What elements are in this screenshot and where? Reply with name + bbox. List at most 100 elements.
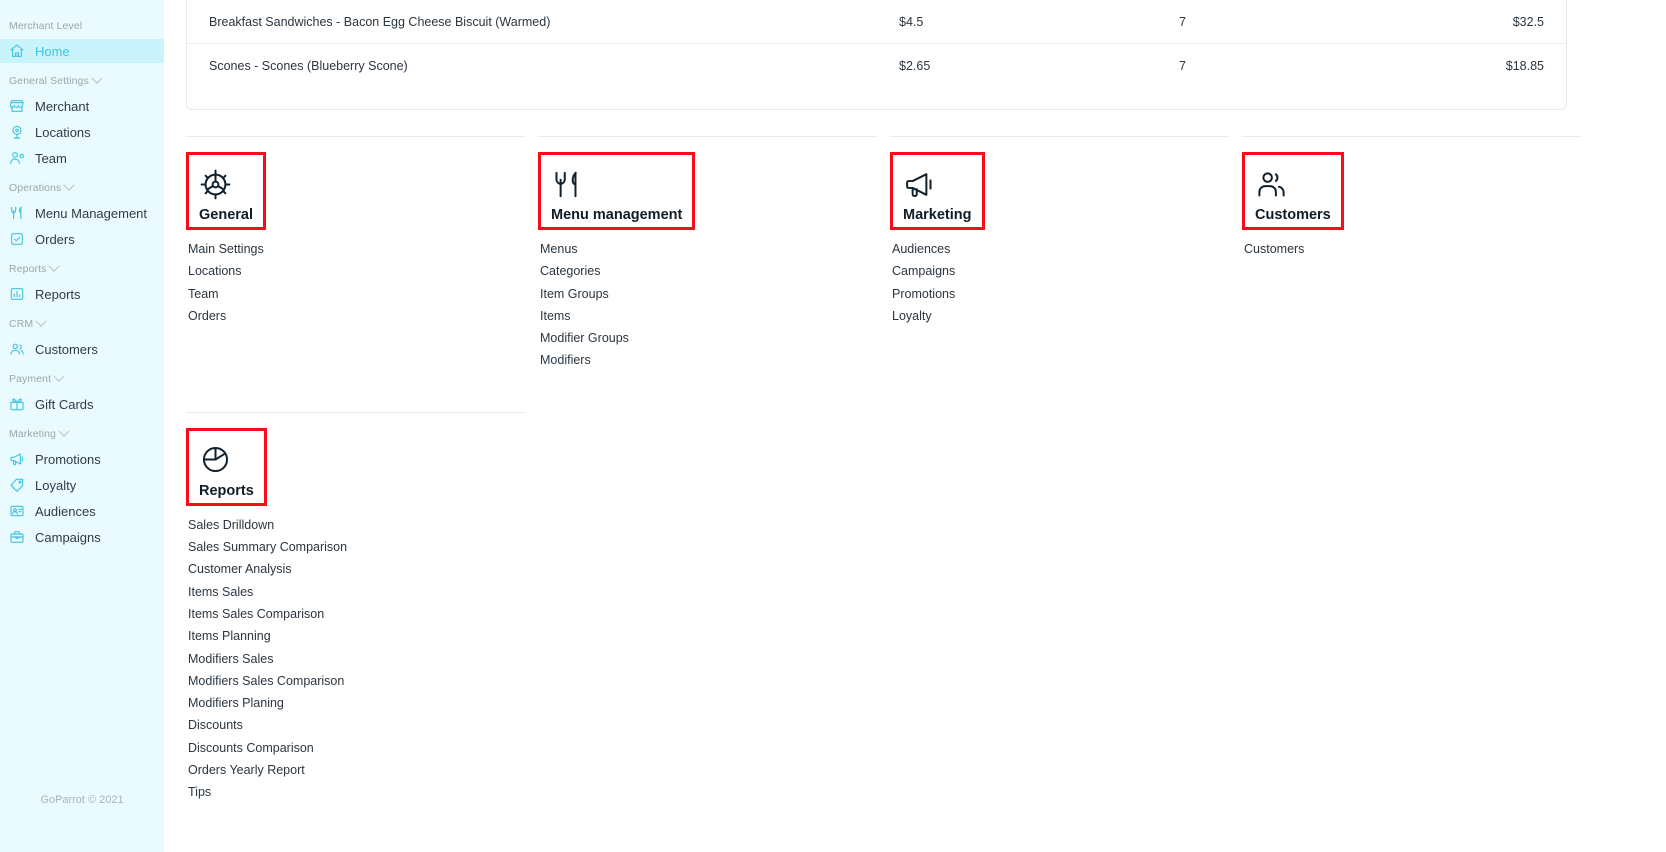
card-header-highlight-box[interactable]: Menu management: [538, 152, 696, 230]
card-title: Reports: [199, 482, 254, 499]
sidebar-item-label: Gift Cards: [35, 396, 94, 412]
app-root: Merchant Level Home General Settings Mercha…: [0, 0, 1666, 852]
card-link-loyalty[interactable]: Loyalty: [892, 305, 1242, 327]
sidebar-group-title-general-settings[interactable]: General Settings: [0, 72, 164, 88]
sidebar-group-label: Payment: [9, 373, 52, 385]
sidebar-item-home[interactable]: Home: [0, 39, 164, 63]
card-title: Marketing: [903, 207, 972, 223]
card-link-audiences[interactable]: Audiences: [892, 238, 1242, 260]
card-link-categories[interactable]: Categories: [540, 260, 890, 282]
card-link-items-planning[interactable]: Items Planning: [188, 625, 516, 647]
sidebar-item-locations[interactable]: Locations: [0, 120, 164, 144]
chevron-down-icon: [35, 315, 47, 327]
card-link-discounts-comparison[interactable]: Discounts Comparison: [188, 737, 516, 759]
card-link-campaigns[interactable]: Campaigns: [892, 260, 1242, 282]
card-link-customer-analysis[interactable]: Customer Analysis: [188, 558, 516, 580]
sidebar-item-label: Customers: [35, 341, 98, 357]
card-link-customers[interactable]: Customers: [1244, 238, 1572, 260]
item-price-cell: $2.65: [899, 58, 931, 73]
card-link-orders[interactable]: Orders: [188, 305, 538, 327]
card-link-modifiers[interactable]: Modifiers: [540, 349, 890, 371]
card-link-items-sales[interactable]: Items Sales: [188, 581, 516, 603]
card-link-discounts[interactable]: Discounts: [188, 714, 516, 736]
fork-knife-icon: [9, 205, 25, 221]
main-content: Breakfast Sandwiches - Bacon Egg Cheese …: [164, 0, 1666, 852]
sidebar-item-label: Campaigns: [35, 529, 101, 545]
card-link-sales-summary-comparison[interactable]: Sales Summary Comparison: [188, 536, 516, 558]
sidebar-item-reports[interactable]: Reports: [0, 282, 164, 306]
card-column-divider: [186, 411, 525, 414]
sidebar-group-title-payment[interactable]: Payment: [0, 370, 164, 386]
card-header-highlight-box[interactable]: General: [186, 152, 266, 230]
users-icon: [9, 341, 25, 357]
sidebar-group-title-crm[interactable]: CRM: [0, 315, 164, 331]
sidebar-group-label: General Settings: [9, 75, 89, 87]
card-link-modifiers-sales[interactable]: Modifiers Sales: [188, 648, 516, 670]
sidebar-item-promotions[interactable]: Promotions: [0, 447, 164, 471]
shortcut-card-menu-management: Menu management Menus Categories Item Group…: [538, 136, 890, 372]
card-link-locations[interactable]: Locations: [188, 260, 538, 282]
table-row[interactable]: Scones - Scones (Blueberry Scone) $2.65 7 $…: [187, 44, 1566, 87]
card-link-items[interactable]: Items: [540, 305, 890, 327]
sidebar-group-title-merchant-level: Merchant Level: [0, 19, 164, 33]
sidebar-item-label: Orders: [35, 231, 75, 247]
sidebar-group-label: CRM: [9, 318, 34, 330]
sidebar-item-label: Reports: [35, 286, 81, 302]
sidebar-group-label: Operations: [9, 182, 62, 194]
card-column-divider: [538, 136, 877, 138]
sidebar-item-customers[interactable]: Customers: [0, 337, 164, 361]
card-link-modifiers-sales-comparison[interactable]: Modifiers Sales Comparison: [188, 670, 516, 692]
sidebar-item-gift-cards[interactable]: Gift Cards: [0, 392, 164, 416]
card-link-promotions[interactable]: Promotions: [892, 283, 1242, 305]
sidebar-group-title-marketing[interactable]: Marketing: [0, 425, 164, 441]
sidebar-item-label: Menu Management: [35, 205, 148, 221]
card-link-orders-yearly-report[interactable]: Orders Yearly Report: [188, 759, 516, 781]
map-pin-icon: [9, 124, 25, 140]
card-column-divider: [186, 136, 525, 138]
sidebar-group-title-operations[interactable]: Operations: [0, 179, 164, 195]
card-link-main-settings[interactable]: Main Settings: [188, 238, 538, 260]
megaphone-icon: [903, 163, 972, 205]
card-link-item-groups[interactable]: Item Groups: [540, 283, 890, 305]
sidebar-item-loyalty[interactable]: Loyalty: [0, 473, 164, 497]
card-link-tips[interactable]: Tips: [188, 781, 516, 803]
sidebar-item-audiences[interactable]: Audiences: [0, 499, 164, 523]
card-header-highlight-box[interactable]: Reports: [186, 427, 267, 506]
sidebar-item-merchant[interactable]: Merchant: [0, 94, 164, 118]
table-row[interactable]: Breakfast Sandwiches - Bacon Egg Cheese …: [187, 0, 1566, 44]
audience-icon: [9, 503, 25, 519]
shortcut-cards-row-2: Reports Sales Drilldown Sales Summary Comp…: [164, 411, 1666, 804]
card-header-highlight-box[interactable]: Customers: [1242, 152, 1344, 230]
card-link-items-sales-comparison[interactable]: Items Sales Comparison: [188, 603, 516, 625]
sidebar-item-campaigns[interactable]: Campaigns: [0, 525, 164, 549]
fork-knife-icon: [551, 163, 682, 205]
sidebar-footer-copyright: GoParrot © 2021: [40, 794, 124, 806]
card-link-modifiers-planing[interactable]: Modifiers Planing: [188, 692, 516, 714]
tag-icon: [9, 477, 25, 493]
shortcut-card-general: General Main Settings Locations Team Orders: [186, 136, 538, 372]
shortcut-card-customers: Customers Customers: [1242, 136, 1581, 372]
card-link-list: Menus Categories Item Groups Items Modifier …: [538, 238, 890, 372]
card-link-menus[interactable]: Menus: [540, 238, 890, 260]
gift-card-icon: [9, 396, 25, 412]
sidebar-nav: Merchant Level Home General Settings Mercha…: [0, 19, 164, 549]
gear-icon: [199, 163, 253, 205]
sidebar-item-label: Team: [35, 150, 67, 166]
sidebar-item-orders[interactable]: Orders: [0, 227, 164, 251]
item-name-cell: Breakfast Sandwiches - Bacon Egg Cheese …: [209, 14, 551, 29]
sidebar-item-label: Merchant: [35, 98, 90, 114]
card-link-sales-drilldown[interactable]: Sales Drilldown: [188, 514, 516, 536]
sidebar-item-label: Promotions: [35, 451, 101, 467]
sidebar-item-team[interactable]: Team: [0, 146, 164, 170]
sidebar-group-title-reports[interactable]: Reports: [0, 260, 164, 276]
shortcut-card-reports: Reports Sales Drilldown Sales Summary Comp…: [186, 411, 525, 804]
card-header-highlight-box[interactable]: Marketing: [890, 152, 985, 230]
item-name-cell: Scones - Scones (Blueberry Scone): [209, 58, 408, 73]
chevron-down-icon: [91, 72, 103, 84]
chevron-down-icon: [58, 425, 70, 437]
card-link-team[interactable]: Team: [188, 283, 538, 305]
items-table-body: Breakfast Sandwiches - Bacon Egg Cheese …: [187, 0, 1566, 87]
card-link-modifier-groups[interactable]: Modifier Groups: [540, 327, 890, 349]
card-column-divider: [890, 136, 1229, 138]
sidebar-item-menu-management[interactable]: Menu Management: [0, 201, 164, 225]
